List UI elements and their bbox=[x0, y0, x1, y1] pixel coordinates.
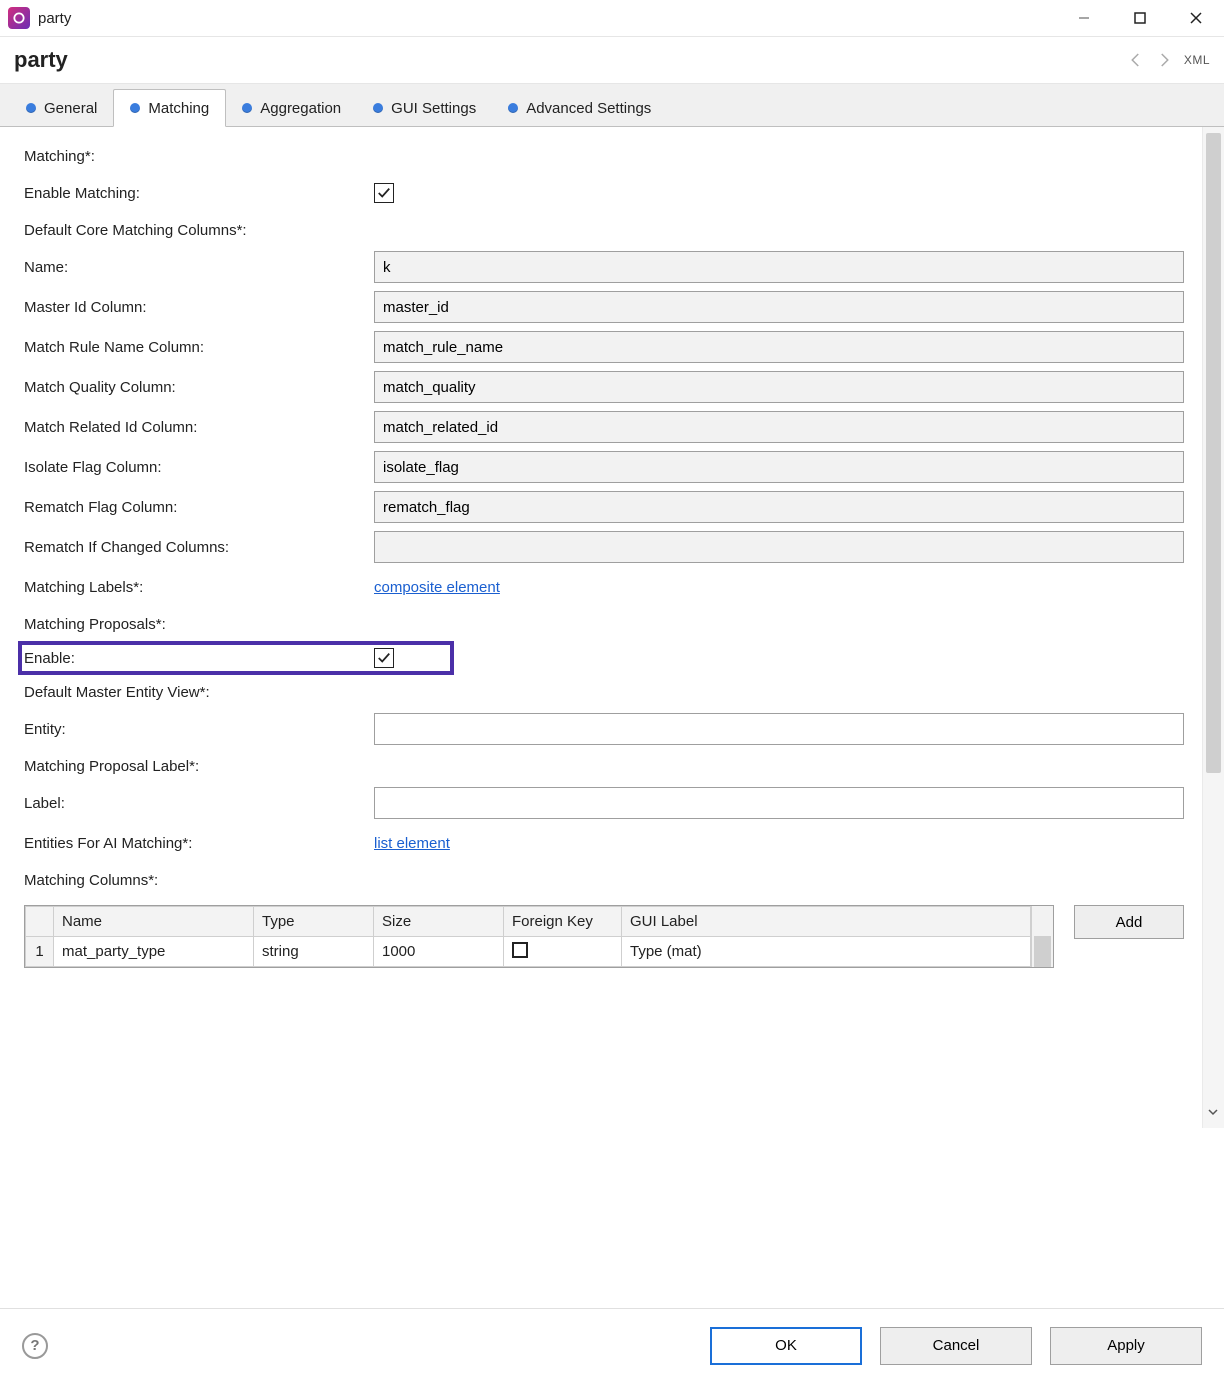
dialog-footer: ? OK Cancel Apply bbox=[0, 1308, 1224, 1382]
apply-button[interactable]: Apply bbox=[1050, 1327, 1202, 1365]
enable-matching-checkbox[interactable] bbox=[374, 183, 394, 203]
master-id-label: Master Id Column: bbox=[24, 293, 374, 322]
enable-highlight: Enable: bbox=[18, 641, 454, 675]
tab-label: Matching bbox=[148, 100, 209, 117]
table-row[interactable]: 1 mat_party_type string 1000 Type (mat) bbox=[26, 937, 1031, 967]
tab-dot-icon bbox=[26, 103, 36, 113]
rematch-if-changed-label: Rematch If Changed Columns: bbox=[24, 533, 374, 562]
proposal-label-header: Matching Proposal Label*: bbox=[24, 752, 199, 781]
th-size[interactable]: Size bbox=[374, 907, 504, 937]
titlebar: party bbox=[0, 0, 1224, 36]
table-scrollbar[interactable] bbox=[1031, 906, 1053, 967]
name-input[interactable] bbox=[374, 251, 1184, 283]
tab-label: GUI Settings bbox=[391, 100, 476, 117]
page-title: party bbox=[14, 47, 68, 73]
header: party XML bbox=[0, 36, 1224, 84]
matching-columns-table[interactable]: Name Type Size Foreign Key GUI Label 1 m… bbox=[24, 905, 1054, 968]
tab-dot-icon bbox=[373, 103, 383, 113]
composite-element-link[interactable]: composite element bbox=[374, 579, 500, 596]
table-header-row: Name Type Size Foreign Key GUI Label bbox=[26, 907, 1031, 937]
tab-dot-icon bbox=[508, 103, 518, 113]
tab-dot-icon bbox=[130, 103, 140, 113]
add-button[interactable]: Add bbox=[1074, 905, 1184, 939]
tab-label: Aggregation bbox=[260, 100, 341, 117]
enable-matching-label: Enable Matching: bbox=[24, 179, 374, 208]
enable-proposals-checkbox[interactable] bbox=[374, 648, 394, 668]
matching-columns-label: Matching Columns*: bbox=[24, 866, 374, 895]
xml-view-button[interactable]: XML bbox=[1184, 53, 1210, 67]
check-icon bbox=[377, 186, 391, 200]
label-input[interactable] bbox=[374, 787, 1184, 819]
list-element-link[interactable]: list element bbox=[374, 835, 450, 852]
match-related-input[interactable] bbox=[374, 411, 1184, 443]
matching-proposals-label: Matching Proposals*: bbox=[24, 610, 374, 639]
matching-labels-label: Matching Labels*: bbox=[24, 573, 374, 602]
app-icon bbox=[8, 7, 30, 29]
cell-name: mat_party_type bbox=[54, 937, 254, 967]
default-core-cols-label: Default Core Matching Columns*: bbox=[24, 216, 247, 245]
match-rule-input[interactable] bbox=[374, 331, 1184, 363]
th-gui[interactable]: GUI Label bbox=[622, 907, 1031, 937]
content-scrollbar[interactable] bbox=[1202, 127, 1224, 1128]
tab-advanced-settings[interactable]: Advanced Settings bbox=[492, 89, 667, 127]
tab-aggregation[interactable]: Aggregation bbox=[226, 89, 357, 127]
match-quality-label: Match Quality Column: bbox=[24, 373, 374, 402]
minimize-button[interactable] bbox=[1056, 0, 1112, 36]
matching-header: Matching*: bbox=[24, 142, 374, 171]
th-fk[interactable]: Foreign Key bbox=[504, 907, 622, 937]
rematch-flag-input[interactable] bbox=[374, 491, 1184, 523]
isolate-flag-label: Isolate Flag Column: bbox=[24, 453, 374, 482]
cell-gui: Type (mat) bbox=[622, 937, 1031, 967]
content: Matching*: Enable Matching: Default Core… bbox=[0, 127, 1202, 1128]
match-rule-label: Match Rule Name Column: bbox=[24, 333, 374, 362]
close-button[interactable] bbox=[1168, 0, 1224, 36]
th-name[interactable]: Name bbox=[54, 907, 254, 937]
help-icon[interactable]: ? bbox=[22, 1333, 48, 1359]
maximize-button[interactable] bbox=[1112, 0, 1168, 36]
name-label: Name: bbox=[24, 253, 374, 282]
entity-input[interactable] bbox=[374, 713, 1184, 745]
tab-label: Advanced Settings bbox=[526, 100, 651, 117]
enable-label: Enable: bbox=[24, 650, 374, 667]
ai-matching-label: Entities For AI Matching*: bbox=[24, 829, 374, 858]
tab-strip: General Matching Aggregation GUI Setting… bbox=[0, 84, 1224, 126]
ok-button[interactable]: OK bbox=[710, 1327, 862, 1365]
rematch-if-changed-input[interactable] bbox=[374, 531, 1184, 563]
entity-label: Entity: bbox=[24, 715, 374, 744]
match-related-label: Match Related Id Column: bbox=[24, 413, 374, 442]
nav-forward-icon[interactable] bbox=[1152, 48, 1176, 72]
nav-back-icon[interactable] bbox=[1124, 48, 1148, 72]
tab-label: General bbox=[44, 100, 97, 117]
th-type[interactable]: Type bbox=[254, 907, 374, 937]
blank-area bbox=[0, 1128, 1224, 1308]
label-label: Label: bbox=[24, 789, 374, 818]
default-master-view-label: Default Master Entity View*: bbox=[24, 678, 210, 707]
tab-matching[interactable]: Matching bbox=[113, 89, 226, 127]
scroll-down-icon[interactable] bbox=[1208, 1104, 1218, 1122]
cell-type: string bbox=[254, 937, 374, 967]
match-quality-input[interactable] bbox=[374, 371, 1184, 403]
tab-gui-settings[interactable]: GUI Settings bbox=[357, 89, 492, 127]
row-number: 1 bbox=[26, 937, 54, 967]
checkbox-icon[interactable] bbox=[512, 942, 528, 958]
tab-general[interactable]: General bbox=[10, 89, 113, 127]
cancel-button[interactable]: Cancel bbox=[880, 1327, 1032, 1365]
isolate-flag-input[interactable] bbox=[374, 451, 1184, 483]
scrollbar-thumb[interactable] bbox=[1206, 133, 1221, 773]
cell-fk bbox=[504, 937, 622, 967]
rematch-flag-label: Rematch Flag Column: bbox=[24, 493, 374, 522]
cell-size: 1000 bbox=[374, 937, 504, 967]
window-title: party bbox=[38, 10, 71, 27]
master-id-input[interactable] bbox=[374, 291, 1184, 323]
scrollbar-thumb[interactable] bbox=[1034, 936, 1051, 968]
tab-dot-icon bbox=[242, 103, 252, 113]
check-icon bbox=[377, 651, 391, 665]
